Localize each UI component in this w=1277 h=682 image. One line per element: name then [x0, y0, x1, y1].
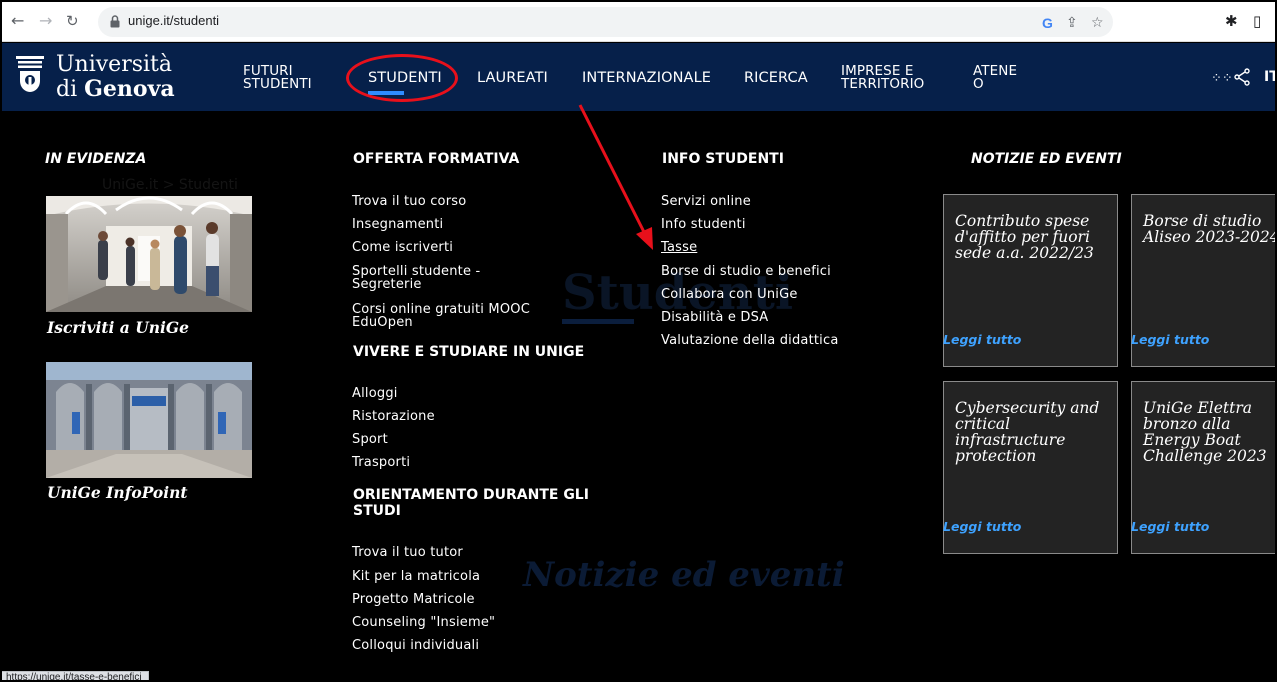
logo-genova: Genova [84, 76, 175, 102]
link-info-studenti[interactable]: Info studenti [661, 218, 746, 231]
title-line: critical [955, 415, 1011, 433]
heading-line2: STUDI [353, 503, 401, 519]
news-heading: NOTIZIE ED EVENTI [971, 151, 1122, 167]
lock-icon[interactable] [110, 15, 120, 28]
link-valutazione-didattica[interactable]: Valutazione della didattica [661, 334, 839, 347]
title-line: bronzo alla [1143, 415, 1231, 433]
title-line: Challenge 2023 [1143, 447, 1267, 465]
address-bar[interactable]: unige.it/studenti G ⇪ ☆ [98, 7, 1113, 37]
link-borse-studio-benefici[interactable]: Borse di studio e benefici [661, 265, 831, 278]
read-more-link[interactable]: Leggi tutto [943, 520, 1021, 534]
nav-laureati[interactable]: LAUREATI [477, 71, 548, 86]
title-line: Borse di studio [1143, 212, 1262, 230]
news-card-title: Borse di studio Aliseo 2023-2024 [1143, 213, 1275, 245]
info-heading: INFO STUDENTI [662, 151, 784, 167]
link-collabora-unige[interactable]: Collabora con UniGe [661, 288, 798, 301]
read-more-link[interactable]: Leggi tutto [1131, 520, 1209, 534]
annotation-circle [346, 54, 458, 102]
mega-menu-studenti: UniGe.it > Studenti Studenti Notizie ed … [2, 111, 1275, 680]
nav-label-line2: STUDENTI [243, 76, 312, 92]
back-icon[interactable]: ← [11, 12, 24, 30]
reload-icon[interactable]: ↻ [66, 12, 79, 30]
link-line2: Segreterie [352, 277, 422, 292]
infopoint-caption[interactable]: UniGe InfoPoint [47, 484, 188, 502]
nav-ricerca[interactable]: RICERCA [744, 71, 808, 86]
bookmark-star-icon[interactable]: ☆ [1091, 16, 1104, 30]
title-line: Energy Boat [1143, 431, 1241, 449]
side-panel-icon[interactable]: ▯ [1253, 13, 1261, 29]
link-trova-tutor[interactable]: Trova il tuo tutor [352, 546, 463, 559]
nav-futuri-studenti[interactable]: FUTURI STUDENTI [243, 64, 312, 92]
orientamento-heading: ORIENTAMENTO DURANTE GLI STUDI [353, 487, 589, 519]
read-more-link[interactable]: Leggi tutto [1131, 333, 1209, 347]
evidenza-heading: IN EVIDENZA [45, 151, 147, 167]
background-events-title: Notizie ed eventi [523, 555, 845, 595]
link-sport[interactable]: Sport [352, 433, 388, 446]
link-line2: EduOpen [352, 315, 413, 330]
iscriviti-photo[interactable] [46, 196, 252, 312]
background-title-underline [562, 319, 634, 324]
link-insegnamenti[interactable]: Insegnamenti [352, 218, 443, 231]
extensions-puzzle-icon[interactable]: ✱ [1225, 13, 1238, 29]
infopoint-photo[interactable] [46, 362, 252, 478]
url-text: unige.it/studenti [128, 13, 220, 28]
link-tasse[interactable]: Tasse [661, 241, 697, 254]
news-card-title: UniGe Elettra bronzo alla Energy Boat Ch… [1143, 400, 1274, 464]
site-header: Università di Genova FUTURI STUDENTI STU… [2, 43, 1275, 111]
university-logo-icon[interactable] [14, 55, 46, 95]
apps-grid-icon[interactable]: ⁘⁘ [1211, 71, 1233, 86]
link-counseling-insieme[interactable]: Counseling "Insieme" [352, 616, 495, 629]
news-card[interactable]: Borse di studio Aliseo 2023-2024 Leggi t… [1131, 194, 1275, 367]
link-servizi-online[interactable]: Servizi online [661, 195, 751, 208]
students-corridor-image [46, 196, 252, 312]
link-preview-status: https://unige.it/tasse-e-benefici [2, 671, 149, 680]
background-breadcrumb: UniGe.it > Studenti [102, 177, 238, 193]
title-line: Contributo spese [955, 212, 1090, 230]
link-progetto-matricole[interactable]: Progetto Matricole [352, 593, 475, 606]
link-mooc-eduopen[interactable]: Corsi online gratuiti MOOC EduOpen [352, 303, 530, 329]
link-ristorazione[interactable]: Ristorazione [352, 410, 435, 423]
link-kit-matricola[interactable]: Kit per la matricola [352, 570, 480, 583]
title-line: d'affitto per fuori [955, 228, 1090, 246]
logo-title[interactable]: Università [56, 54, 172, 76]
iscriviti-caption[interactable]: Iscriviti a UniGe [47, 319, 189, 337]
link-disabilita-dsa[interactable]: Disabilità e DSA [661, 311, 768, 324]
forward-icon[interactable]: → [39, 12, 52, 30]
news-card-title: Cybersecurity and critical infrastructur… [955, 400, 1111, 464]
vivere-heading: VIVERE E STUDIARE IN UNIGE [353, 344, 585, 360]
link-trasporti[interactable]: Trasporti [352, 456, 410, 469]
logo-subtitle[interactable]: di Genova [56, 77, 175, 102]
title-line: Cybersecurity and [955, 399, 1100, 417]
browser-toolbar: ← → ↻ unige.it/studenti G ⇪ ☆ ✱ ▯ [2, 2, 1275, 42]
nav-ateneo[interactable]: ATENE O [973, 64, 1017, 92]
news-card[interactable]: Contributo spese d'affitto per fuori sed… [943, 194, 1118, 367]
share-icon[interactable]: ⇪ [1066, 16, 1078, 30]
language-switch[interactable]: IT [1264, 70, 1275, 84]
news-card-title: Contributo spese d'affitto per fuori sed… [955, 213, 1111, 261]
google-translate-icon[interactable]: G [1042, 16, 1053, 30]
title-line: Aliseo 2023-2024 [1143, 228, 1275, 246]
title-line: sede a.a. 2022/23 [955, 244, 1094, 262]
screenshot-frame: ← → ↻ unige.it/studenti G ⇪ ☆ ✱ ▯ Univer… [0, 0, 1277, 682]
link-sportelli-studente[interactable]: Sportelli studente - Segreterie [352, 265, 480, 291]
link-colloqui-individuali[interactable]: Colloqui individuali [352, 639, 479, 652]
link-alloggi[interactable]: Alloggi [352, 387, 398, 400]
heading-line1: ORIENTAMENTO DURANTE GLI [353, 487, 589, 503]
title-line: UniGe Elettra [1143, 399, 1253, 417]
link-trova-corso[interactable]: Trova il tuo corso [352, 195, 466, 208]
title-line: infrastructure [955, 431, 1066, 449]
news-card[interactable]: UniGe Elettra bronzo alla Energy Boat Ch… [1131, 381, 1275, 554]
nav-imprese-territorio[interactable]: IMPRESE E TERRITORIO [841, 64, 925, 92]
university-courtyard-image [46, 362, 252, 478]
nav-internazionale[interactable]: INTERNAZIONALE [582, 71, 711, 86]
logo-di: di [56, 77, 78, 102]
nav-label-line2: TERRITORIO [841, 76, 925, 92]
title-line: protection [955, 447, 1037, 465]
offerta-heading: OFFERTA FORMATIVA [353, 151, 520, 167]
share-icon[interactable] [1234, 68, 1250, 86]
read-more-link[interactable]: Leggi tutto [943, 333, 1021, 347]
link-come-iscriverti[interactable]: Come iscriverti [352, 241, 453, 254]
news-card[interactable]: Cybersecurity and critical infrastructur… [943, 381, 1118, 554]
nav-label-line2: O [973, 76, 984, 92]
